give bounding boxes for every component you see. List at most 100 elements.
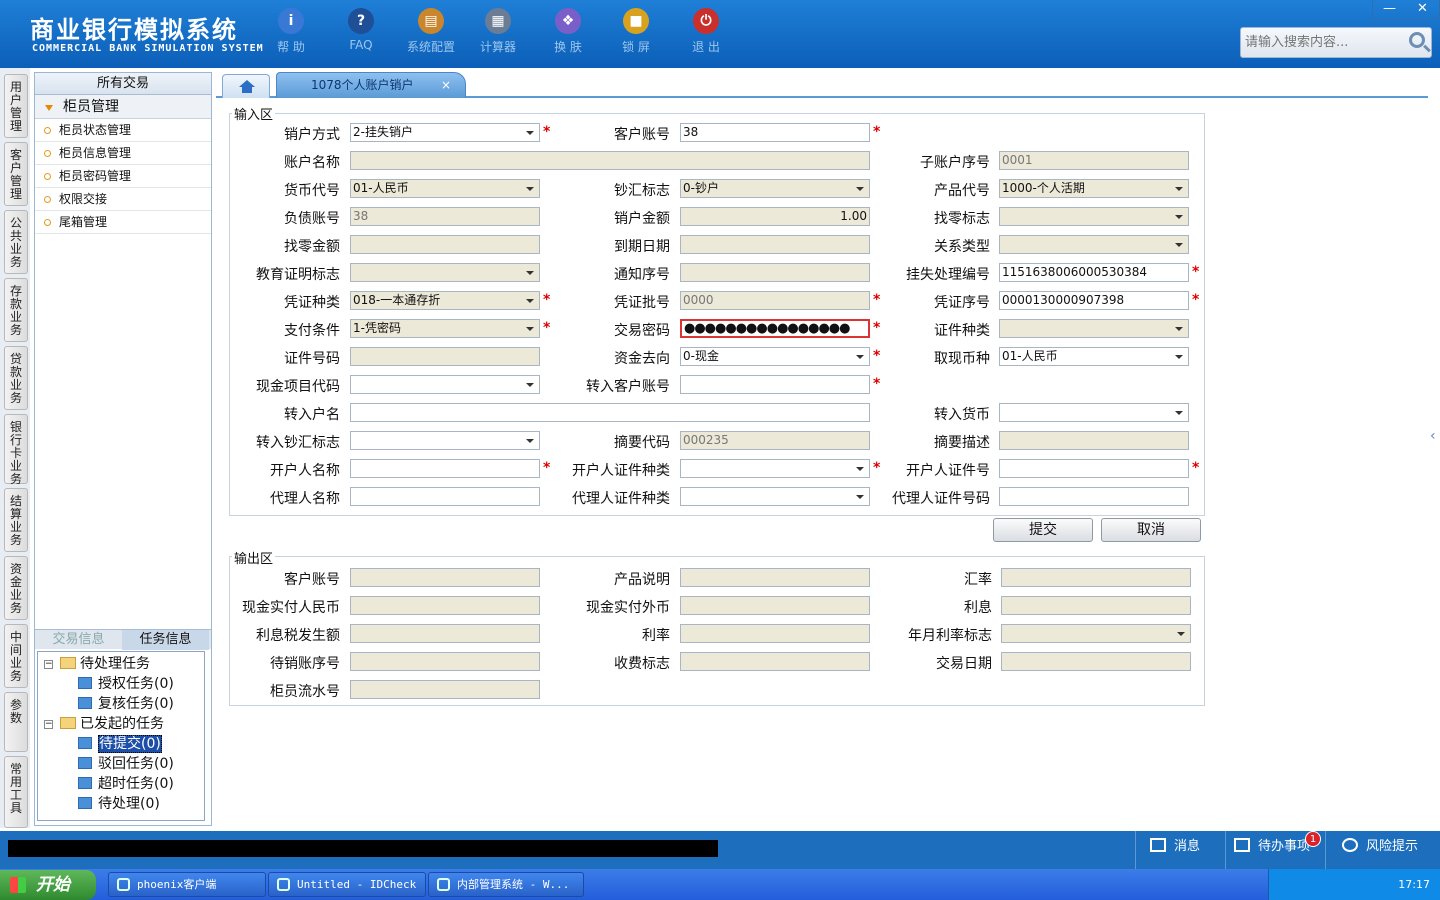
collapse-right-icon[interactable]: ‹ xyxy=(1430,428,1440,468)
collapse-icon[interactable]: − xyxy=(44,660,53,669)
sidebar-item[interactable]: 柜员密码管理 xyxy=(35,165,211,188)
sidebar-item[interactable]: 柜员信息管理 xyxy=(35,142,211,165)
tree-label: 待处理任务 xyxy=(80,656,150,672)
messages-button[interactable]: 消息 xyxy=(1135,831,1225,869)
input-8[interactable]: 1.00 xyxy=(680,207,870,226)
dropdown-4[interactable]: 01-人民币 xyxy=(350,179,540,198)
field-label: 支付条件 xyxy=(284,323,340,339)
input-7[interactable]: 38 xyxy=(350,207,540,226)
risk-button[interactable]: 风险提示 xyxy=(1325,831,1440,869)
dropdown-12[interactable] xyxy=(999,235,1189,254)
input-22[interactable] xyxy=(350,347,540,366)
input-35[interactable] xyxy=(350,487,540,506)
input-37[interactable] xyxy=(999,487,1189,506)
toolbar-button-4[interactable]: ❖ 换 肤 xyxy=(538,8,598,55)
taskbar-item-idcheck[interactable]: Untitled - IDCheck xyxy=(268,872,426,897)
tree-folder[interactable]: 待处理任务 xyxy=(60,654,150,674)
toolbar-button-3[interactable]: ▦ 计算器 xyxy=(468,8,528,55)
tab-active[interactable]: 1078个人账户销户 × xyxy=(276,72,466,98)
left-tab-2[interactable]: 公共业务 xyxy=(4,210,28,274)
input-1[interactable]: 38 xyxy=(680,123,870,142)
tab-home[interactable] xyxy=(222,74,270,98)
input-32[interactable] xyxy=(350,459,540,478)
tab-transaction-info[interactable]: 交易信息 xyxy=(35,630,122,650)
left-tab-7[interactable]: 资金业务 xyxy=(4,556,28,620)
dropdown-29[interactable] xyxy=(350,431,540,450)
left-tab-9[interactable]: 参数 xyxy=(4,692,28,752)
tree-item[interactable]: 待提交(0) xyxy=(78,734,162,754)
dropdown-9[interactable] xyxy=(999,207,1189,226)
input-18[interactable]: 0000130000907398 xyxy=(999,291,1189,310)
input-34[interactable] xyxy=(999,459,1189,478)
taskbar-item-phoenix[interactable]: phoenix客户端 xyxy=(108,872,266,897)
checkbox-icon xyxy=(1234,838,1250,852)
search-icon[interactable] xyxy=(1409,32,1425,48)
toolbar-button-1[interactable]: ? FAQ xyxy=(331,8,391,52)
task-icon xyxy=(78,757,92,769)
dropdown-28[interactable] xyxy=(999,403,1189,422)
toolbar-button-2[interactable]: ▤ 系统配置 xyxy=(401,8,461,55)
input-30[interactable]: 000235 xyxy=(680,431,870,450)
left-tab-1[interactable]: 客户管理 xyxy=(4,142,28,206)
start-button[interactable]: 开始 xyxy=(0,870,96,900)
input-3[interactable]: 0001 xyxy=(999,151,1189,170)
left-tab-6[interactable]: 结算业务 xyxy=(4,488,28,552)
taskbar-item-browser[interactable]: 内部管理系统 - W... xyxy=(428,872,584,897)
submit-button[interactable]: 提交 xyxy=(993,518,1093,542)
input-27[interactable] xyxy=(350,403,870,422)
dropdown-23[interactable]: 0-现金 xyxy=(680,347,870,366)
tree-folder[interactable]: 已发起的任务 xyxy=(60,714,164,734)
input-17[interactable]: 0000 xyxy=(680,291,870,310)
sidebar-item[interactable]: 柜员状态管理 xyxy=(35,119,211,142)
input-26[interactable] xyxy=(680,375,870,394)
input-14[interactable] xyxy=(680,263,870,282)
toolbar-label: 系统配置 xyxy=(406,40,455,54)
toolbar-button-6[interactable]: ⏻ 退 出 xyxy=(676,8,736,55)
sidebar-item[interactable]: 权限交接 xyxy=(35,188,211,211)
dropdown-24[interactable]: 01-人民币 xyxy=(999,347,1189,366)
required-marker: * xyxy=(873,460,881,476)
tree-item[interactable]: 待处理(0) xyxy=(78,794,160,814)
input-11[interactable] xyxy=(680,235,870,254)
cancel-button[interactable]: 取消 xyxy=(1101,518,1201,542)
left-tab-0[interactable]: 用户管理 xyxy=(4,74,28,138)
dropdown-13[interactable] xyxy=(350,263,540,282)
collapse-icon[interactable]: − xyxy=(44,720,53,729)
dropdown-33[interactable] xyxy=(680,459,870,478)
dropdown-25[interactable] xyxy=(350,375,540,394)
left-tab-3[interactable]: 存款业务 xyxy=(4,278,28,342)
left-tab-5[interactable]: 银行卡业务 xyxy=(4,414,28,486)
dropdown-16[interactable]: 018-一本通存折 xyxy=(350,291,540,310)
dropdown-21[interactable] xyxy=(999,319,1189,338)
tree-item[interactable]: 超时任务(0) xyxy=(78,774,174,794)
search-input[interactable] xyxy=(1241,28,1401,57)
input-31[interactable] xyxy=(999,431,1189,450)
tab-task-info[interactable]: 任务信息 xyxy=(122,630,209,650)
tree-item[interactable]: 授权任务(0) xyxy=(78,674,174,694)
dropdown-36[interactable] xyxy=(680,487,870,506)
sidebar-section[interactable]: 柜员管理 xyxy=(35,95,211,119)
input-15[interactable]: 1151638006000530384 xyxy=(999,263,1189,282)
left-tab-10[interactable]: 常用工具 xyxy=(4,756,28,828)
left-tab-8[interactable]: 中间业务 xyxy=(4,624,28,688)
tree-item[interactable]: 驳回任务(0) xyxy=(78,754,174,774)
sidebar-item[interactable]: 尾箱管理 xyxy=(35,211,211,234)
dropdown-5[interactable]: 0-钞户 xyxy=(680,179,870,198)
toolbar-button-5[interactable]: ■ 锁 屏 xyxy=(606,8,666,55)
toolbar-button-0[interactable]: i 帮 助 xyxy=(261,8,321,55)
input-2[interactable] xyxy=(350,151,870,170)
dropdown-6[interactable]: 1000-个人活期 xyxy=(999,179,1189,198)
dropdown-0[interactable]: 2-挂失销户 xyxy=(350,123,540,142)
chat-bubble-icon xyxy=(1342,838,1358,852)
dropdown-19[interactable]: 1-凭密码 xyxy=(350,319,540,338)
tab-close-icon[interactable]: × xyxy=(441,73,451,97)
sidebar-title[interactable]: 所有交易 xyxy=(35,73,211,95)
output-field xyxy=(1001,596,1191,615)
minimize-button[interactable]: — xyxy=(1373,0,1406,19)
input-20[interactable]: ●●●●●●●●●●●●●●●● xyxy=(680,319,870,338)
field-label: 凭证种类 xyxy=(284,295,340,311)
close-button[interactable]: ✕ xyxy=(1406,0,1439,19)
tree-item[interactable]: 复核任务(0) xyxy=(78,694,174,714)
left-tab-4[interactable]: 贷款业务 xyxy=(4,346,28,410)
input-10[interactable] xyxy=(350,235,540,254)
